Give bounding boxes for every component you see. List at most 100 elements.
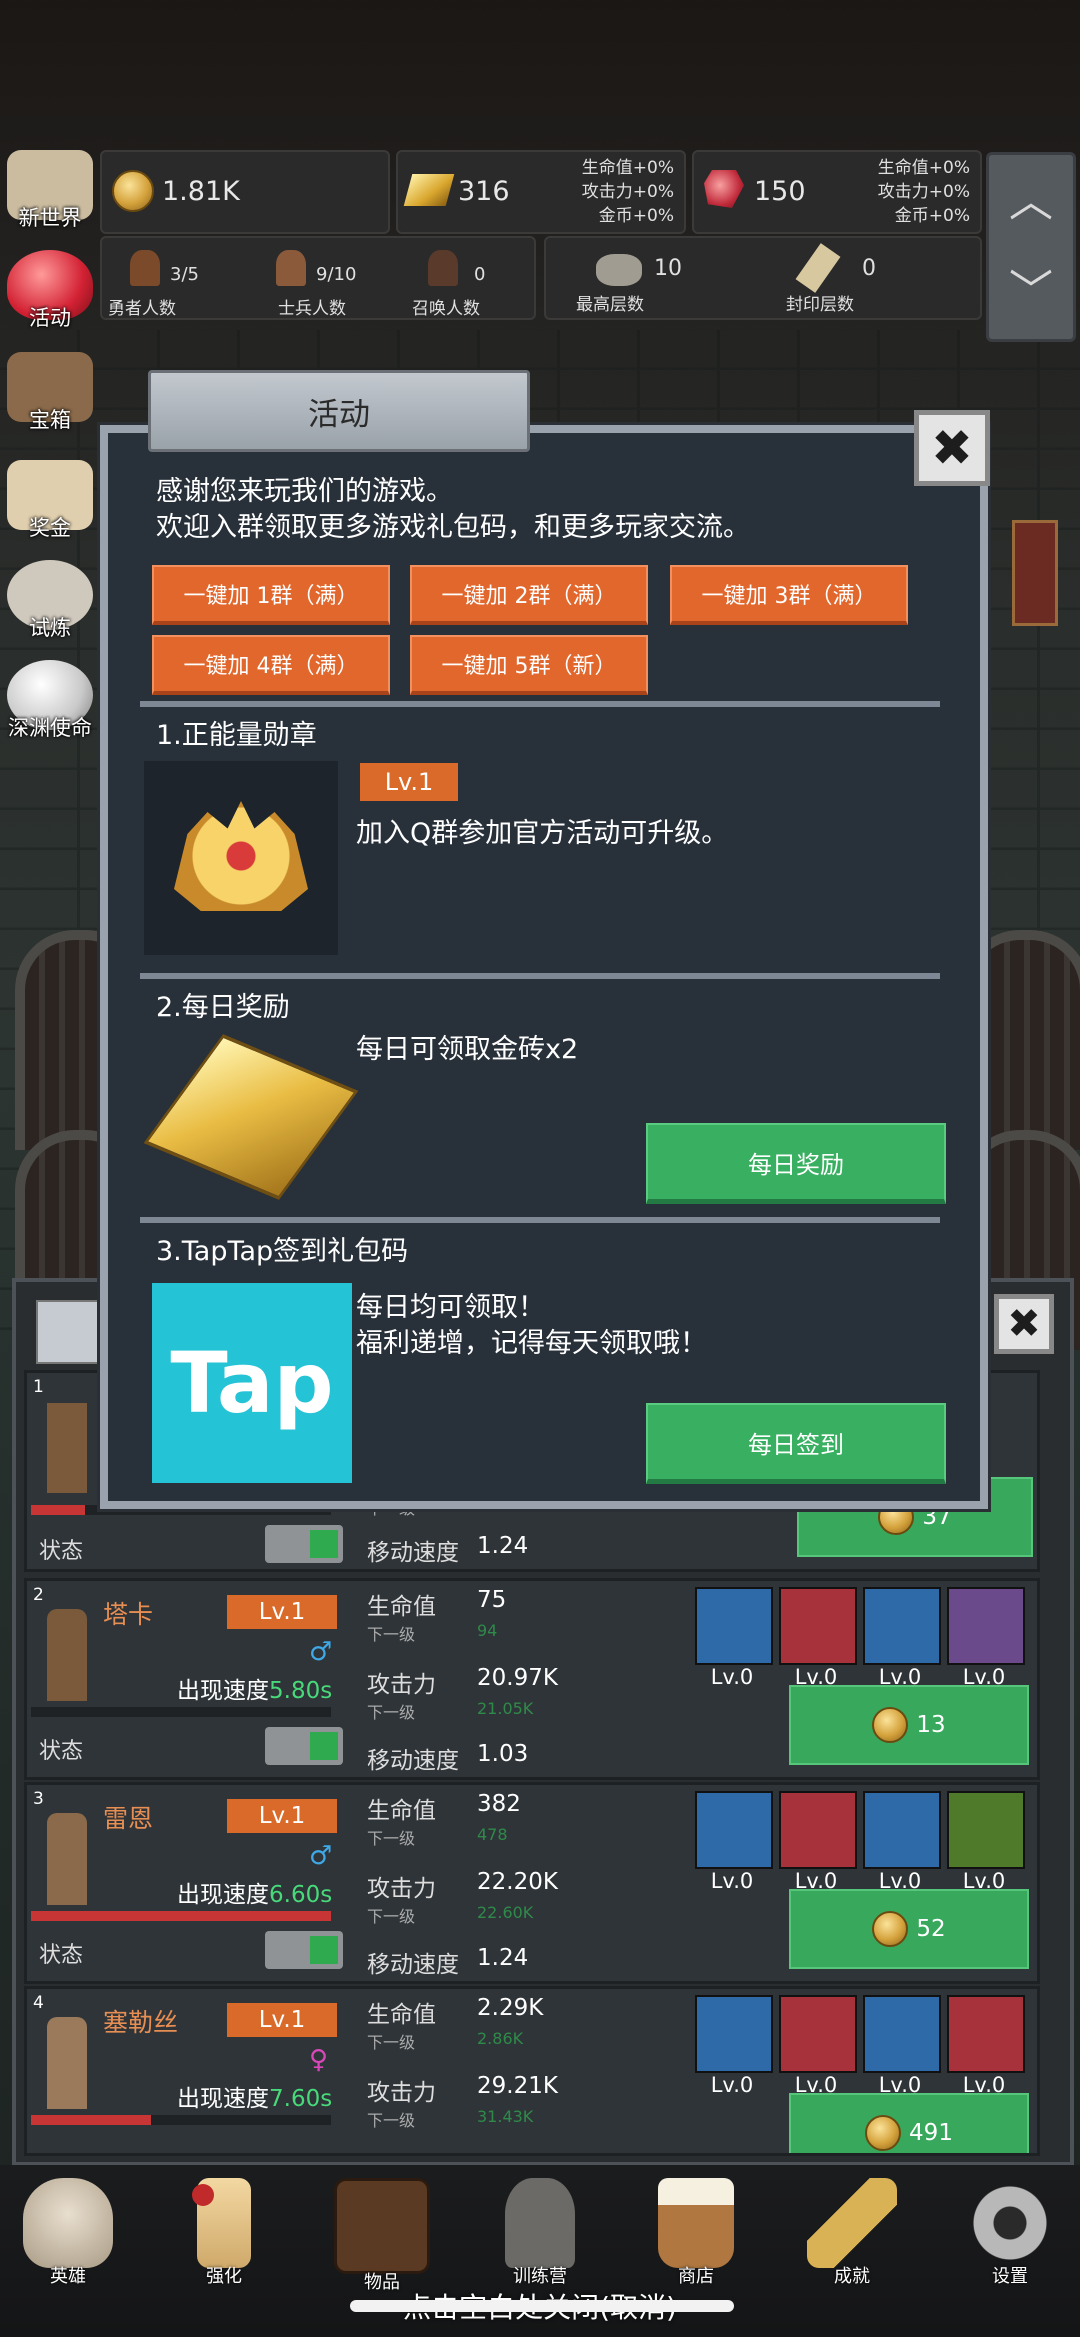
taptap-desc-1: 每日均可领取！ (356, 1292, 545, 1323)
menu-chest[interactable]: 宝箱 (0, 352, 100, 434)
hp-value: 382 (477, 1791, 521, 1817)
nav-label: 设置 (992, 2266, 1028, 2287)
atk-next-value: 21.05K (477, 1699, 534, 1718)
hero-row-3[interactable]: 3 雷恩 Lv.1 ♂ 出现速度6.60s 状态 生命值 382 下一级 478… (24, 1782, 1040, 1984)
hp-value: 75 (477, 1587, 507, 1613)
nav-settings[interactable]: 设置 (950, 2178, 1070, 2288)
menu-new-world[interactable]: 新世界 (0, 150, 100, 232)
medal-description: 加入Q群参加官方活动可升级。 (356, 818, 729, 849)
spawn-speed: 出现速度5.80s (177, 1671, 332, 1705)
soldier-count: 9/10 (316, 264, 357, 285)
upgrade-button[interactable]: 13 (789, 1685, 1029, 1765)
join-group-5-button[interactable]: 一键加 5群（新） (410, 635, 648, 695)
medal-level-badge: Lv.1 (360, 763, 458, 801)
gold-counter: 1.81K (100, 150, 390, 234)
nav-shop[interactable]: 商店 (636, 2178, 756, 2288)
nav-label: 商店 (678, 2266, 714, 2287)
hero-row-2[interactable]: 2 塔卡 Lv.1 ♂ 出现速度5.80s 状态 生命值 75 下一级 94 攻… (24, 1578, 1040, 1780)
state-toggle[interactable] (265, 1727, 343, 1765)
pickaxe-icon[interactable] (947, 1587, 1025, 1665)
nav-training[interactable]: 训练营 (480, 2178, 600, 2288)
menu-activity[interactable]: 活动 (0, 250, 100, 332)
nav-items[interactable]: 物品 (322, 2178, 442, 2294)
nav-enhance[interactable]: 强化 (164, 2178, 284, 2288)
monster-icon[interactable] (779, 1995, 857, 2073)
unit-counts: 3/5 勇者人数 9/10 士兵人数 0 召唤人数 (100, 236, 536, 320)
scroll-down-icon[interactable]: ﹀ (989, 255, 1073, 319)
equip-level: Lv.0 (710, 1665, 754, 1689)
axe-icon[interactable] (695, 1587, 773, 1665)
female-icon: ♀ (309, 2045, 329, 2075)
upgrade-button[interactable]: 491 (789, 2093, 1029, 2153)
join-group-2-button[interactable]: 一键加 2群（满） (410, 565, 648, 625)
atk-label: 攻击力 (367, 1672, 436, 1698)
join-group-1-button[interactable]: 一键加 1群（满） (152, 565, 390, 625)
stand-icon[interactable] (947, 1995, 1025, 2073)
panel-close-button[interactable]: ✖ (994, 1294, 1054, 1354)
boots-icon[interactable] (863, 1995, 941, 2073)
nav-achievements[interactable]: 成就 (792, 2178, 912, 2288)
boots-icon[interactable] (863, 1587, 941, 1665)
menu-label: 奖金 (29, 516, 71, 540)
state-toggle[interactable] (265, 1525, 343, 1563)
menu-bonus[interactable]: 奖金 (0, 460, 100, 542)
state-label: 状态 (39, 1739, 84, 1764)
menu-trial[interactable]: 试炼 (0, 560, 100, 642)
summon-icon (428, 250, 458, 286)
mug-icon (658, 2178, 734, 2268)
dagger-icon[interactable] (779, 1791, 857, 1869)
daily-reward-button[interactable]: 每日奖励 (646, 1123, 946, 1204)
hero-row-4[interactable]: 4 塞勒丝 Lv.1 ♀ 出现速度7.60s 生命值 2.29K 下一级 2.8… (24, 1986, 1040, 2156)
hero-sprite (47, 1403, 87, 1493)
coin-icon (865, 2115, 902, 2151)
hero-name: 雷恩 (103, 1804, 154, 1833)
modal-close-button[interactable]: ✖ (914, 410, 990, 486)
upgrade-button[interactable]: 52 (789, 1889, 1029, 1969)
battleaxe-icon[interactable] (779, 1587, 857, 1665)
nav-heroes[interactable]: 英雄 (8, 2178, 128, 2288)
beast-icon[interactable] (947, 1791, 1025, 1869)
hero-level: Lv.1 (227, 1595, 337, 1629)
atk-value: 22.20K (477, 1869, 558, 1895)
hero-count-label: 勇者人数 (108, 299, 176, 319)
atk-value: 20.97K (477, 1665, 558, 1691)
hero-number: 1 (33, 1377, 44, 1397)
scroll-arrows: ︿ ﹀ (986, 152, 1076, 342)
gem-bonus: 生命值+0% 攻击力+0% 金币+0% (878, 156, 970, 228)
atk-next-value: 31.43K (477, 2107, 534, 2126)
spawn-speed-label: 出现速度 (177, 1678, 269, 1704)
daily-checkin-button[interactable]: 每日签到 (646, 1403, 946, 1484)
crown-medal-icon (174, 801, 308, 911)
shield-icon[interactable] (695, 1995, 773, 2073)
goldbar-value: 316 (458, 176, 510, 207)
bonus-gold: 金币+0% (598, 206, 674, 226)
atk-label: 攻击力 (367, 2080, 436, 2106)
soldier-count-label: 士兵人数 (278, 299, 346, 319)
nav-label: 英雄 (50, 2266, 86, 2287)
gem-icon (704, 170, 744, 208)
spawn-speed: 出现速度6.60s (177, 1875, 332, 1909)
hp-next-value: 478 (477, 1825, 508, 1844)
scroll-up-icon[interactable]: ︿ (989, 165, 1073, 229)
atk-value: 29.21K (477, 2073, 558, 2099)
intro-line-1: 感谢您来玩我们的游戏。 (156, 476, 453, 507)
menu-abyss[interactable]: 深渊使命 (0, 660, 100, 742)
state-toggle[interactable] (265, 1931, 343, 1969)
next-level-label: 下一级 (367, 1829, 416, 1848)
join-group-4-button[interactable]: 一键加 4群（满） (152, 635, 390, 695)
move-speed-value: 1.03 (477, 1741, 529, 1767)
join-group-3-button[interactable]: 一键加 3群（满） (670, 565, 908, 625)
hp-label: 生命值 (367, 1594, 436, 1620)
equip-level: Lv.0 (710, 1869, 754, 1893)
summon-count: 0 (474, 264, 486, 285)
goldbar-bonus: 生命值+0% 攻击力+0% 金币+0% (582, 156, 674, 228)
hero-number: 3 (33, 1789, 44, 1809)
boots-icon[interactable] (863, 1791, 941, 1869)
hp-value: 2.29K (477, 1995, 544, 2021)
gem-counter: 150 生命值+0% 攻击力+0% 金币+0% (692, 150, 982, 234)
sword-icon[interactable] (695, 1791, 773, 1869)
max-floor-label: 最高层数 (576, 295, 644, 315)
section-divider (140, 1217, 940, 1223)
upgrade-cost: 52 (916, 1916, 946, 1942)
panel-tab (36, 1300, 100, 1364)
